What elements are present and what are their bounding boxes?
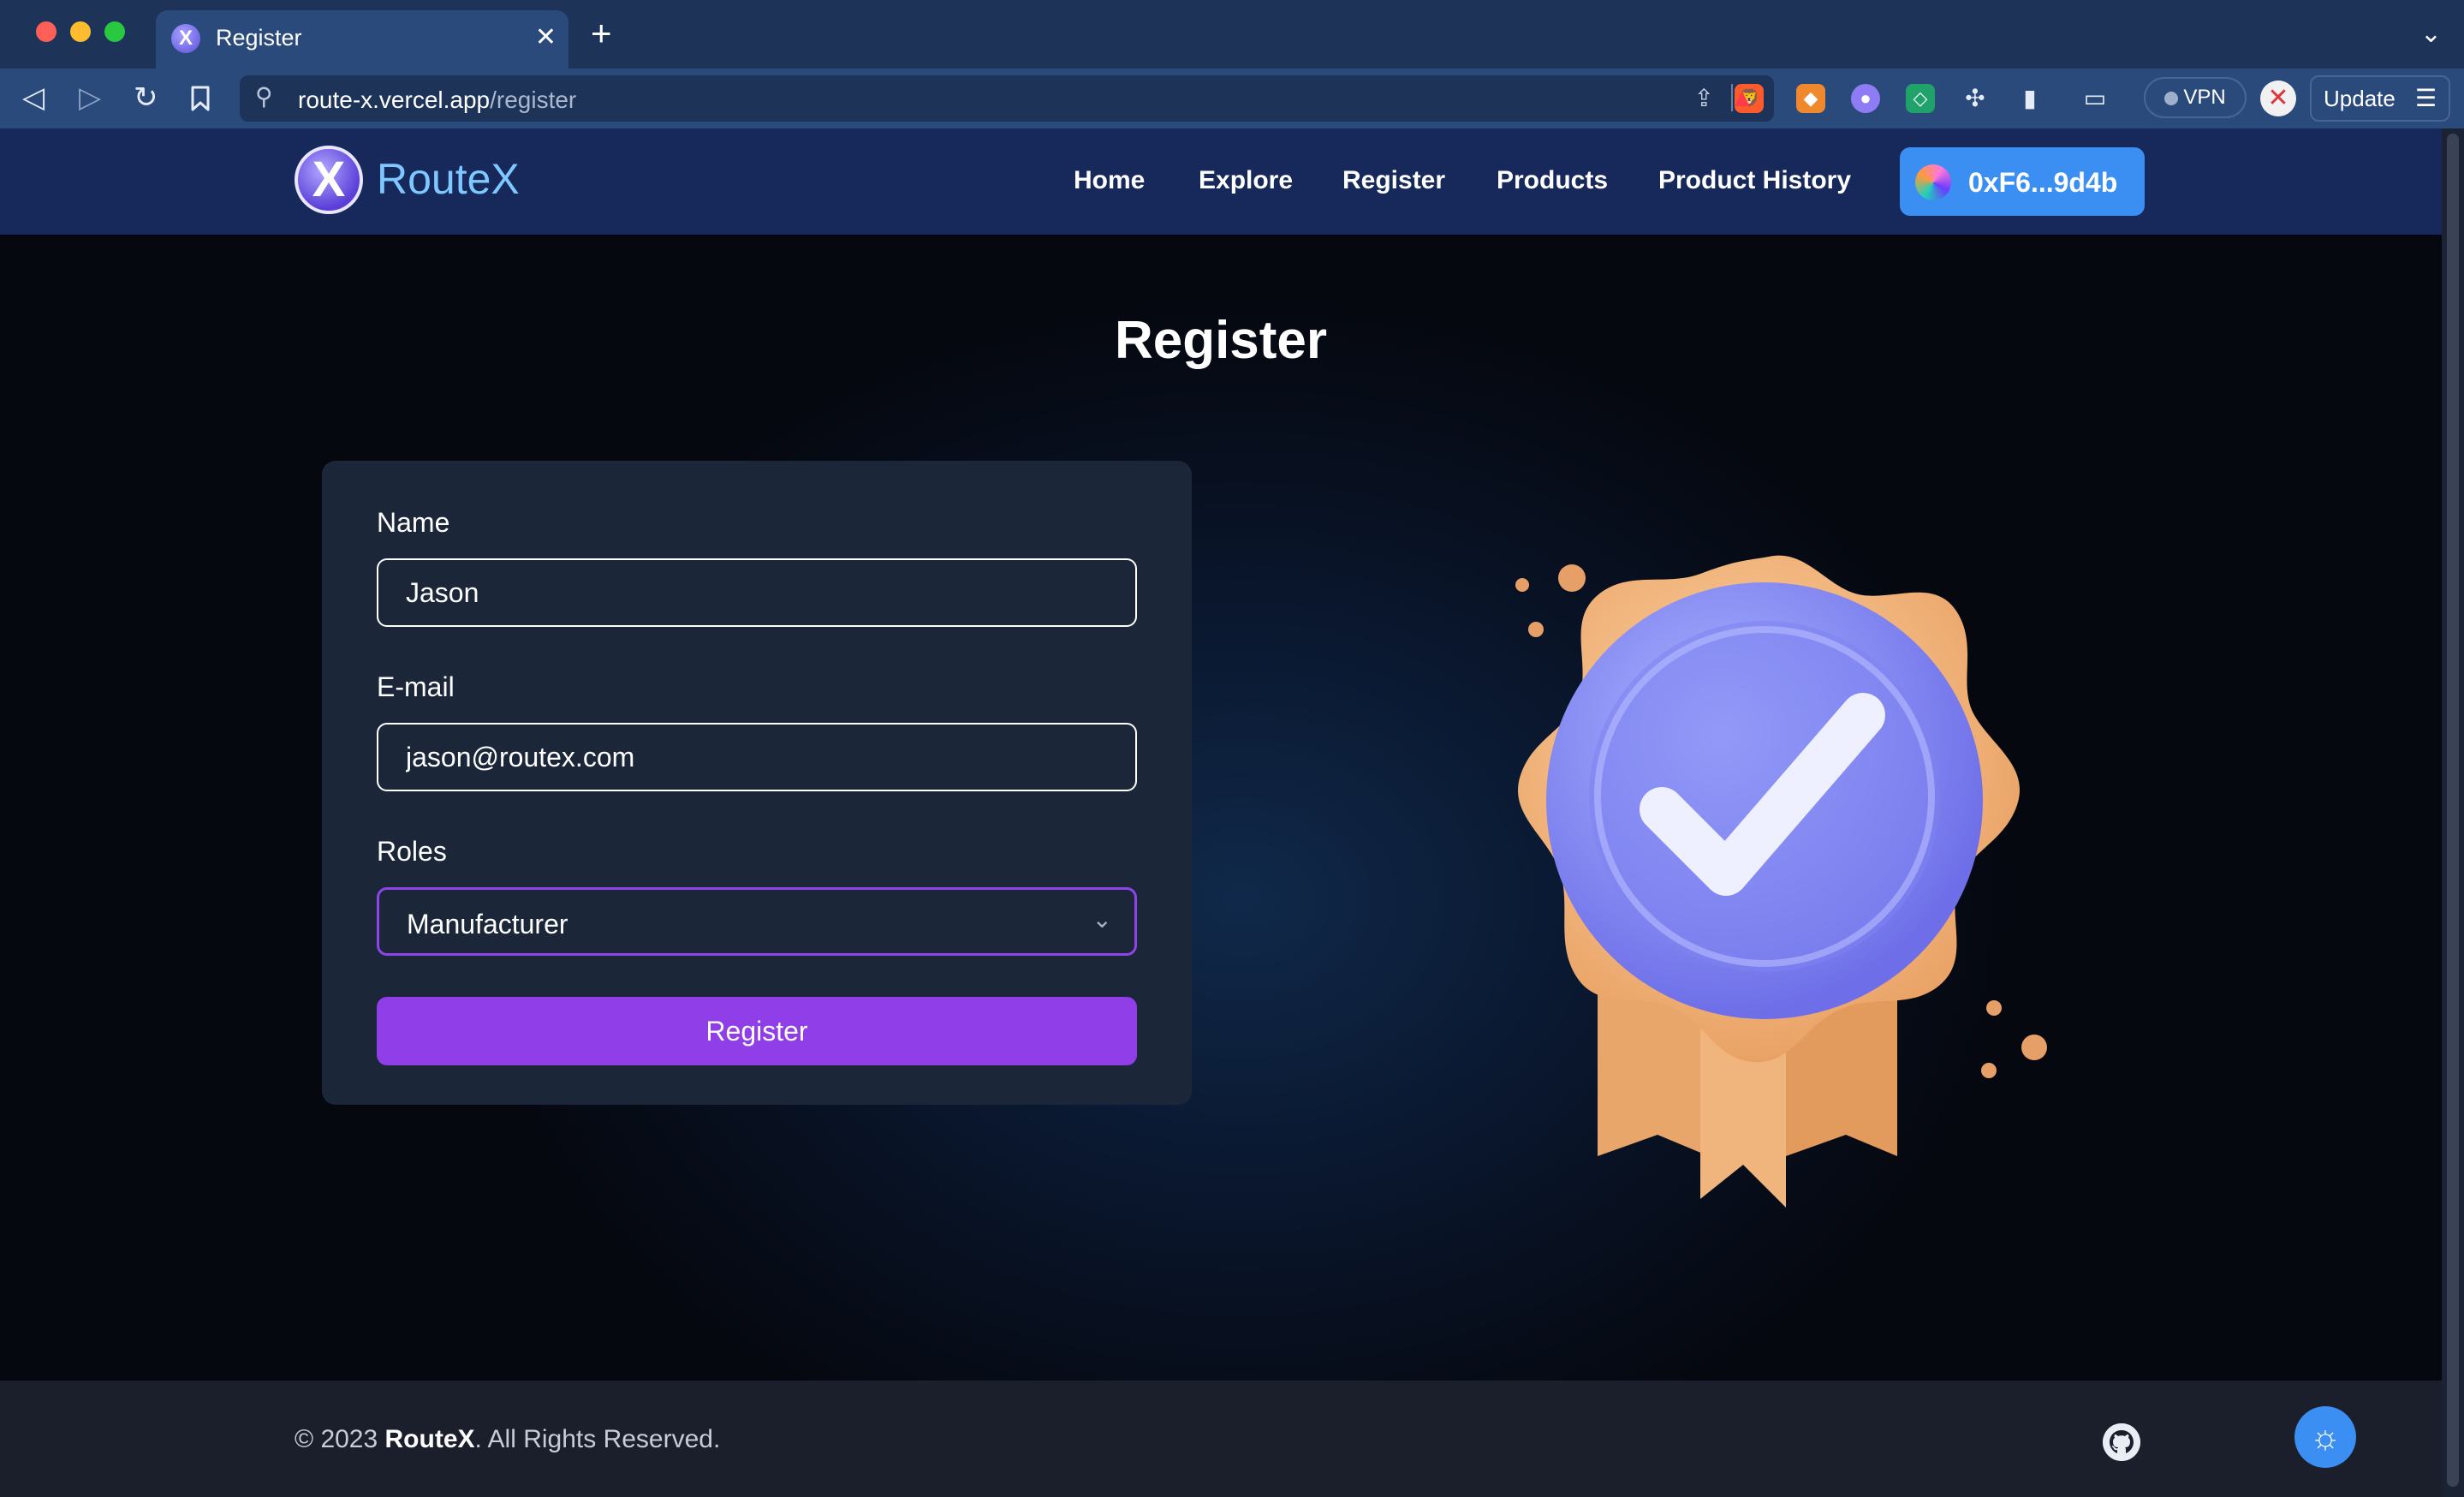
bookmark-icon[interactable] <box>190 81 211 119</box>
routex-logo-icon[interactable]: X <box>295 146 363 214</box>
maximize-window-button[interactable] <box>104 21 125 42</box>
vpn-button[interactable]: VPN <box>2144 77 2247 118</box>
sun-icon[interactable]: ☼ <box>2294 1406 2356 1468</box>
phantom-extension-icon[interactable]: ● <box>1851 84 1880 113</box>
profile-avatar-icon[interactable]: ✕ <box>2260 81 2296 116</box>
url-text: route-x.vercel.app/register <box>298 86 577 113</box>
brave-rewards-icon[interactable]: ▲ <box>1728 84 1757 113</box>
menu-hamburger-icon: ☰ <box>2414 85 2437 111</box>
share-icon[interactable]: ⇪ <box>1694 84 1714 112</box>
wallet-avatar-icon <box>1915 164 1951 200</box>
site-footer: © 2023 RouteX. All Rights Reserved. ☼ <box>0 1381 2442 1497</box>
page-scrollbar[interactable] <box>2442 128 2464 1497</box>
sidebar-toggle-icon[interactable]: ▮ <box>2015 84 2044 113</box>
email-label: E-mail <box>377 671 455 702</box>
browser-toolbar: ◁ ▷ ↻ ⚲ route-x.vercel.app/register ⇪ 🦁 … <box>0 69 2464 128</box>
nav-home[interactable]: Home <box>1074 166 1145 195</box>
chevron-down-icon: ⌄ <box>1092 906 1112 933</box>
nav-products[interactable]: Products <box>1497 166 1608 195</box>
address-bar[interactable]: ⚲ route-x.vercel.app/register ⇪ 🦁 <box>240 75 1774 122</box>
close-tab-icon[interactable]: ✕ <box>535 22 556 53</box>
minimize-window-button[interactable] <box>70 21 91 42</box>
browser-wallet-icon[interactable]: ▭ <box>2080 84 2110 113</box>
name-input[interactable] <box>377 558 1137 627</box>
nav-product-history[interactable]: Product History <box>1658 166 1851 195</box>
name-label: Name <box>377 507 450 538</box>
email-input[interactable] <box>377 723 1137 791</box>
wallet-extension-icon[interactable]: ◇ <box>1906 84 1935 113</box>
browser-tab-register[interactable]: X Register ✕ <box>156 10 568 69</box>
tab-list-chevron-icon[interactable]: ⌄ <box>2420 19 2442 49</box>
metamask-extension-icon[interactable]: ◆ <box>1796 84 1825 113</box>
browser-tab-bar: X Register ✕ + ⌄ <box>0 0 2464 69</box>
extensions-puzzle-icon[interactable]: ✣ <box>1961 84 1990 113</box>
new-tab-icon[interactable]: + <box>591 15 612 51</box>
back-icon[interactable]: ◁ <box>22 81 45 115</box>
routex-favicon-icon: X <box>171 24 200 53</box>
verified-badge-illustration <box>1469 420 2068 1233</box>
site-settings-icon[interactable]: ⚲ <box>255 82 273 110</box>
github-icon[interactable] <box>2103 1423 2140 1461</box>
checkmark-badge-icon <box>1515 555 2047 1208</box>
roles-label: Roles <box>377 836 447 867</box>
register-form: Name E-mail Roles Manufacturer ⌄ Registe… <box>322 461 1192 1105</box>
reload-icon[interactable]: ↻ <box>134 81 158 115</box>
forward-icon[interactable]: ▷ <box>79 81 101 115</box>
copyright-text: © 2023 RouteX. All Rights Reserved. <box>295 1425 721 1453</box>
wallet-address: 0xF6...9d4b <box>1968 167 2118 198</box>
page-title: Register <box>1114 311 1328 370</box>
tab-title: Register <box>216 25 302 51</box>
close-window-button[interactable] <box>36 21 57 42</box>
site-header: X RouteX Home Explore Register Products … <box>0 128 2442 235</box>
roles-select[interactable]: Manufacturer ⌄ <box>377 887 1137 956</box>
nav-register[interactable]: Register <box>1342 166 1445 195</box>
update-button[interactable]: Update ☰ <box>2310 75 2450 122</box>
page-viewport: X RouteX Home Explore Register Products … <box>0 128 2442 1497</box>
nav-explore[interactable]: Explore <box>1199 166 1293 195</box>
scrollbar-thumb[interactable] <box>2447 134 2459 1487</box>
brand-name[interactable]: RouteX <box>377 154 520 204</box>
roles-selected-value: Manufacturer <box>407 909 568 939</box>
wallet-connect-button[interactable]: 0xF6...9d4b <box>1900 147 2145 216</box>
vpn-status-icon <box>2164 91 2179 105</box>
register-submit-button[interactable]: Register <box>377 997 1137 1065</box>
